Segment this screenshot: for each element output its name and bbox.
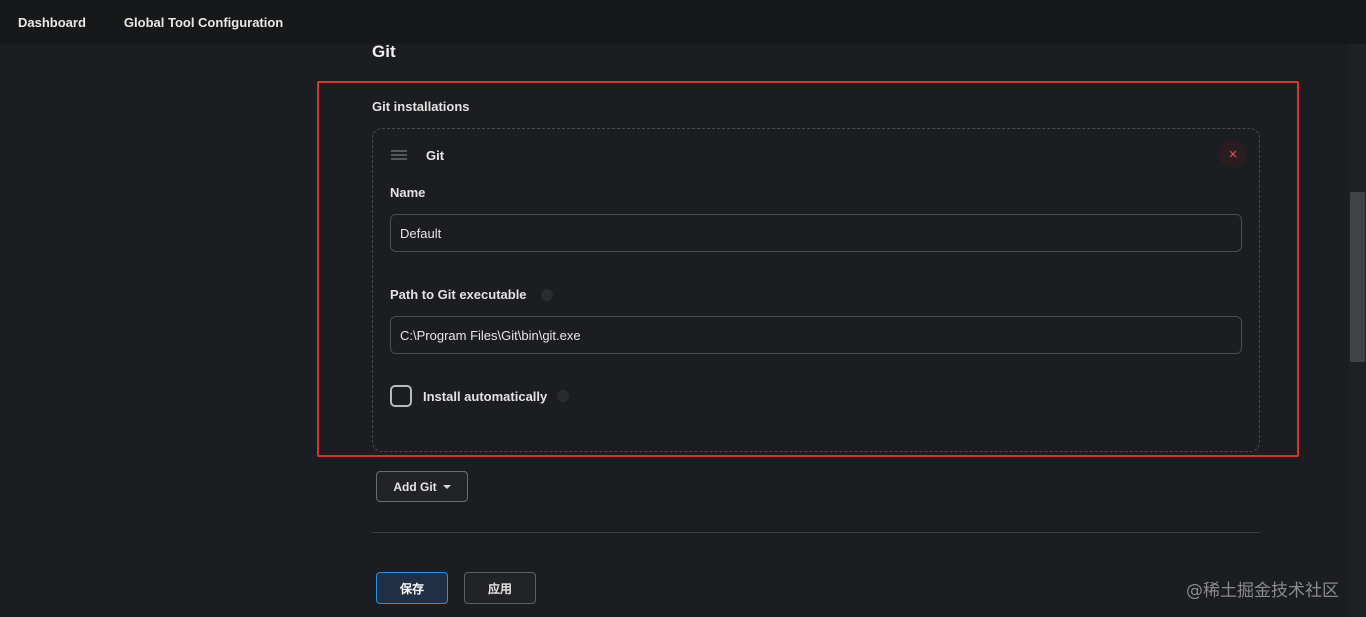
path-field-label: Path to Git executable: [390, 287, 527, 302]
section-title: Git: [372, 42, 396, 61]
scrollbar-thumb[interactable]: [1350, 192, 1365, 362]
name-field-label: Name: [390, 185, 426, 200]
add-git-button-label: Add Git: [393, 479, 437, 494]
delete-installation-button[interactable]: ×: [1219, 140, 1247, 168]
section-divider: [372, 532, 1260, 533]
git-path-input[interactable]: [390, 316, 1242, 354]
help-icon[interactable]: [557, 390, 569, 402]
installation-card-title: Git: [426, 148, 445, 163]
breadcrumb-dashboard[interactable]: Dashboard: [0, 15, 106, 30]
drag-handle-icon[interactable]: [391, 150, 409, 160]
watermark: @稀土掘金技术社区: [1186, 581, 1339, 601]
top-navigation-bar: Dashboard Global Tool Configuration: [0, 0, 1366, 44]
name-input[interactable]: [390, 214, 1242, 252]
apply-button[interactable]: 应用: [464, 572, 536, 604]
install-automatically-checkbox[interactable]: [390, 385, 412, 407]
help-icon[interactable]: [541, 289, 553, 301]
install-automatically-label[interactable]: Install automatically: [423, 389, 547, 404]
close-icon: ×: [1228, 145, 1238, 163]
git-installations-label: Git installations: [372, 99, 470, 114]
add-git-button[interactable]: Add Git: [376, 471, 468, 502]
save-button[interactable]: 保存: [376, 572, 448, 604]
chevron-down-icon: [442, 484, 451, 489]
breadcrumb-global-tool-configuration[interactable]: Global Tool Configuration: [106, 15, 303, 30]
